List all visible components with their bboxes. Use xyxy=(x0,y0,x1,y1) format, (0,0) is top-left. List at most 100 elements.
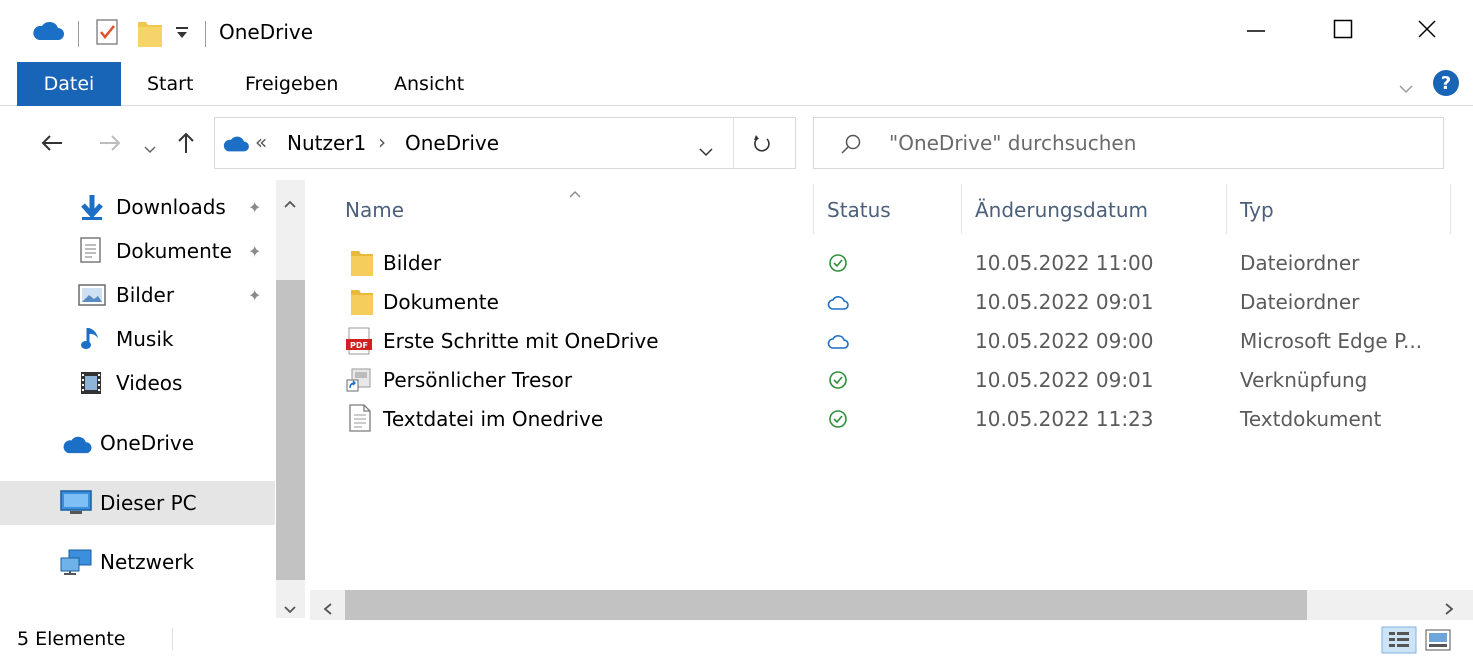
folder-icon xyxy=(350,288,374,321)
forward-arrow-icon[interactable] xyxy=(98,133,122,158)
minimize-button[interactable] xyxy=(1210,0,1302,62)
address-history-chevron-icon[interactable] xyxy=(698,140,714,162)
nav-item-dieser-pc[interactable]: Dieser PC xyxy=(0,481,275,525)
column-header-type[interactable]: Typ xyxy=(1240,190,1274,230)
column-divider[interactable] xyxy=(961,184,962,234)
file-date: 10.05.2022 09:00 xyxy=(975,328,1154,353)
synced-check-icon xyxy=(828,370,848,395)
nav-scrollbar-thumb[interactable] xyxy=(276,280,305,580)
file-row[interactable]: PDF Erste Schritte mit OneDrive 10.05.20… xyxy=(340,321,1473,360)
horizontal-scrollbar[interactable] xyxy=(310,590,1473,620)
navigation-pane: Downloads ✦ Dokumente ✦ Bilder ✦ Musik V… xyxy=(0,180,305,618)
nav-item-bilder[interactable]: Bilder ✦ xyxy=(0,273,275,317)
file-row[interactable]: Persönlicher Tresor 10.05.2022 09:01 Ver… xyxy=(340,360,1473,399)
properties-check-icon[interactable] xyxy=(95,18,121,51)
pin-icon: ✦ xyxy=(248,198,262,217)
network-icon xyxy=(60,549,92,580)
back-arrow-icon[interactable] xyxy=(40,133,64,158)
help-icon[interactable]: ? xyxy=(1432,69,1460,102)
column-divider[interactable] xyxy=(1450,184,1451,234)
file-type: Textdokument xyxy=(1240,406,1382,431)
file-row[interactable]: Bilder 10.05.2022 11:00 Dateiordner xyxy=(340,243,1473,282)
breadcrumb-nutzer1[interactable]: Nutzer1 xyxy=(287,131,366,155)
nav-item-musik[interactable]: Musik xyxy=(0,317,275,361)
search-icon xyxy=(840,133,862,160)
file-name: Persönlicher Tresor xyxy=(383,367,573,392)
column-header-date[interactable]: Änderungsdatum xyxy=(975,190,1148,230)
scroll-down-icon[interactable] xyxy=(283,598,297,620)
breadcrumb-separator[interactable]: › xyxy=(378,130,386,154)
file-date: 10.05.2022 11:23 xyxy=(975,406,1154,431)
recent-locations-chevron-icon[interactable] xyxy=(143,138,157,160)
item-count: 5 Elemente xyxy=(17,628,126,650)
pin-icon: ✦ xyxy=(248,242,262,261)
up-arrow-icon[interactable] xyxy=(175,131,197,160)
address-overflow[interactable]: « xyxy=(255,130,267,154)
minimize-icon xyxy=(1246,19,1266,44)
file-date: 10.05.2022 11:00 xyxy=(975,250,1154,275)
column-header-status[interactable]: Status xyxy=(827,190,891,230)
search-input[interactable]: "OneDrive" durchsuchen xyxy=(889,131,1136,155)
videos-icon xyxy=(80,371,102,400)
separator xyxy=(205,21,206,47)
details-view-icon[interactable] xyxy=(1381,626,1417,656)
tab-freigeben[interactable]: Freigeben xyxy=(245,62,338,106)
file-name: Dokumente xyxy=(383,289,499,314)
nav-label: Downloads xyxy=(116,195,226,219)
synced-check-icon xyxy=(828,409,848,434)
file-name: Bilder xyxy=(383,250,442,275)
chevron-down-icon[interactable] xyxy=(1398,78,1414,100)
folder-icon xyxy=(350,249,374,282)
column-divider[interactable] xyxy=(813,184,814,234)
close-icon xyxy=(1417,19,1437,44)
nav-label: OneDrive xyxy=(100,431,195,455)
synced-check-icon xyxy=(828,253,848,278)
file-name: Textdatei im Onedrive xyxy=(383,406,604,431)
file-type: Dateiordner xyxy=(1240,289,1360,314)
documents-icon xyxy=(80,237,102,268)
column-divider[interactable] xyxy=(1226,184,1227,234)
pictures-icon xyxy=(78,284,106,311)
text-file-icon xyxy=(349,404,371,437)
customize-dropdown-icon[interactable] xyxy=(175,24,189,46)
separator xyxy=(172,628,173,650)
svg-text:PDF: PDF xyxy=(350,341,368,350)
separator xyxy=(733,118,734,168)
file-type: Verknüpfung xyxy=(1240,367,1368,392)
maximize-button[interactable] xyxy=(1297,0,1389,62)
horizontal-scrollbar-thumb[interactable] xyxy=(345,590,1307,620)
refresh-icon[interactable] xyxy=(752,133,772,158)
column-header-name[interactable]: Name xyxy=(345,190,404,230)
nav-item-videos[interactable]: Videos xyxy=(0,361,275,405)
nav-label: Dieser PC xyxy=(100,491,197,515)
nav-label: Dokumente xyxy=(116,239,232,263)
scroll-left-icon[interactable] xyxy=(322,599,334,621)
nav-item-dokumente[interactable]: Dokumente ✦ xyxy=(0,229,275,273)
nav-label: Musik xyxy=(116,327,174,351)
nav-item-onedrive[interactable]: OneDrive xyxy=(0,421,275,465)
file-row[interactable]: Textdatei im Onedrive 10.05.2022 11:23 T… xyxy=(340,399,1473,438)
close-button[interactable] xyxy=(1381,0,1473,62)
separator xyxy=(78,21,79,47)
scroll-right-icon[interactable] xyxy=(1443,599,1455,621)
onedrive-cloud-icon xyxy=(221,135,249,158)
file-list: Name Status Änderungsdatum Typ Bilder 10… xyxy=(310,180,1473,590)
nav-item-netzwerk[interactable]: Netzwerk xyxy=(0,540,275,584)
breadcrumb-onedrive[interactable]: OneDrive xyxy=(405,131,499,155)
ribbon-tabs: Datei Start Freigeben Ansicht ? xyxy=(0,62,1473,106)
tab-datei[interactable]: Datei xyxy=(17,62,121,106)
file-row[interactable]: Dokumente 10.05.2022 09:01 Dateiordner xyxy=(340,282,1473,321)
tab-start[interactable]: Start xyxy=(147,62,193,106)
tab-ansicht[interactable]: Ansicht xyxy=(394,62,464,106)
computer-icon xyxy=(60,490,92,521)
search-box[interactable]: "OneDrive" durchsuchen xyxy=(813,117,1444,169)
large-icons-view-icon[interactable] xyxy=(1425,629,1451,656)
onedrive-cloud-icon xyxy=(60,435,92,460)
file-type: Dateiordner xyxy=(1240,250,1360,275)
new-folder-icon[interactable] xyxy=(137,18,163,53)
address-bar[interactable]: « Nutzer1 › OneDrive xyxy=(214,117,796,169)
scroll-up-icon[interactable] xyxy=(283,192,297,214)
pin-icon: ✦ xyxy=(248,286,262,305)
file-name: Erste Schritte mit OneDrive xyxy=(383,328,659,353)
nav-item-downloads[interactable]: Downloads ✦ xyxy=(0,185,275,229)
